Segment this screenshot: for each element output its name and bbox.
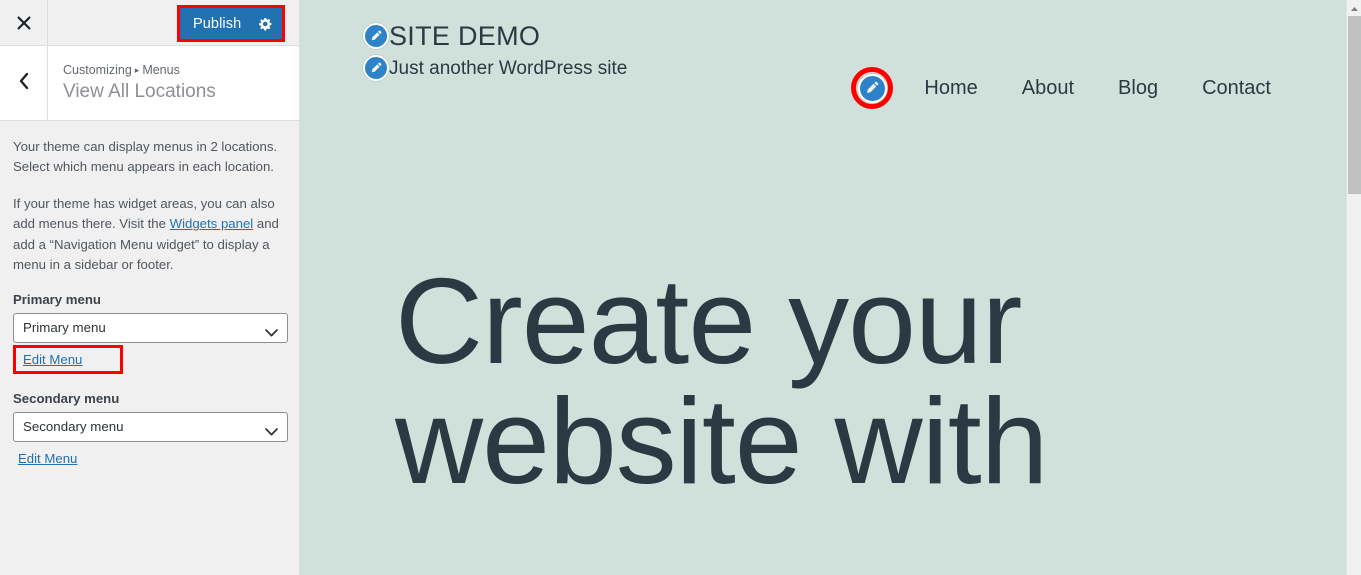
nav-item-about[interactable]: About [1000, 77, 1096, 100]
publish-button-label: Publish [193, 15, 242, 32]
gear-icon[interactable] [258, 16, 273, 31]
secondary-menu-location-label: Secondary menu [13, 390, 120, 406]
page-title: View All Locations [63, 81, 216, 102]
primary-menu-select-value: Primary menu [23, 320, 106, 336]
menus-description-2: If your theme has widget areas, you can … [13, 194, 286, 276]
scrollbar-thumb[interactable] [1348, 16, 1361, 194]
nav-edit-shortcut [846, 62, 898, 114]
pencil-edit-icon[interactable] [857, 73, 887, 103]
preview-site-header: SITE DEMO Just another WordPress site Ho… [300, 0, 1361, 160]
site-title[interactable]: SITE DEMO [389, 22, 540, 50]
close-customizer-button[interactable] [0, 0, 48, 45]
chevron-left-icon [18, 72, 30, 95]
primary-edit-menu-link[interactable]: Edit Menu [23, 352, 82, 367]
customizer-app: Publish Customizing ▸ Menus View All Loc… [0, 0, 1361, 575]
site-preview: SITE DEMO Just another WordPress site Ho… [300, 0, 1361, 575]
close-icon [17, 16, 31, 30]
primary-menu-select[interactable]: Primary menu [13, 312, 288, 343]
scrollbar-up-button[interactable] [1347, 0, 1361, 15]
site-tagline-row: Just another WordPress site [363, 52, 627, 84]
secondary-menu-select-wrapper: Secondary menu [13, 411, 288, 442]
panel-header: Customizing ▸ Menus View All Locations [0, 46, 299, 121]
back-button[interactable] [0, 46, 48, 120]
primary-navigation: Home About Blog Contact [846, 62, 1271, 114]
nav-links: Home About Blog Contact [902, 77, 1271, 100]
secondary-edit-menu-row: Edit Menu [13, 445, 286, 473]
panel-body: Your theme can display menus in 2 locati… [0, 121, 299, 473]
widgets-panel-link[interactable]: Widgets panel [170, 216, 254, 231]
hero-heading: Create your website with [300, 253, 1361, 509]
pencil-edit-icon[interactable] [363, 55, 389, 81]
publish-button[interactable]: Publish [180, 8, 282, 39]
customizer-sidebar: Publish Customizing ▸ Menus View All Loc… [0, 0, 300, 575]
publish-area: Publish [177, 5, 285, 42]
site-tagline[interactable]: Just another WordPress site [389, 59, 627, 78]
breadcrumb-section: Menus [142, 63, 180, 77]
customizer-topbar: Publish [0, 0, 299, 46]
nav-item-home[interactable]: Home [902, 77, 999, 100]
panel-title-group: Customizing ▸ Menus View All Locations [48, 46, 216, 120]
primary-menu-location-label: Primary menu [13, 291, 101, 307]
breadcrumb: Customizing ▸ Menus [63, 63, 216, 78]
preview-scrollbar[interactable] [1346, 0, 1361, 575]
site-title-row: SITE DEMO [363, 18, 627, 54]
pencil-edit-icon[interactable] [363, 23, 389, 49]
nav-item-contact[interactable]: Contact [1180, 77, 1271, 100]
secondary-menu-select-value: Secondary menu [23, 419, 124, 435]
breadcrumb-separator-icon: ▸ [134, 65, 140, 75]
primary-edit-menu-row: Edit Menu [13, 344, 286, 374]
primary-menu-select-wrapper: Primary menu [13, 312, 288, 343]
breadcrumb-root: Customizing [63, 63, 132, 77]
site-branding: SITE DEMO Just another WordPress site [363, 18, 627, 84]
secondary-edit-menu-link[interactable]: Edit Menu [18, 451, 77, 466]
hero-line-2: website with [395, 372, 1049, 509]
nav-item-blog[interactable]: Blog [1096, 77, 1180, 100]
menus-description-1: Your theme can display menus in 2 locati… [13, 139, 278, 175]
hero-line-1: Create your [395, 253, 1022, 389]
triangle-up-icon [1350, 0, 1359, 17]
secondary-menu-select[interactable]: Secondary menu [13, 411, 288, 442]
